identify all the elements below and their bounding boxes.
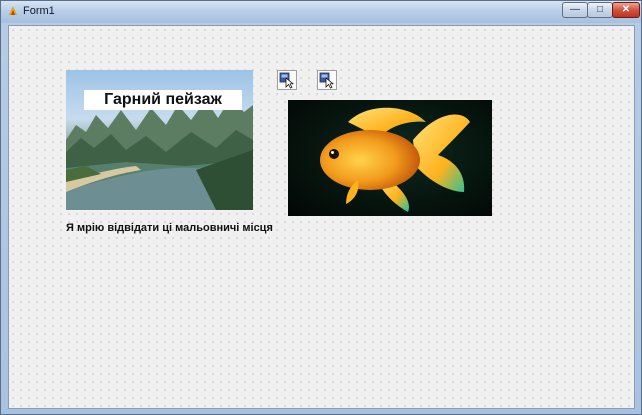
image-button-2[interactable] [317,70,337,90]
caption-label: Я мрію відвідати ці мальовничі місця [66,222,273,234]
close-button[interactable]: ✕ [612,2,640,18]
form-icon [9,6,17,15]
window-title: Form1 [23,5,55,17]
form-window: Form1 — □ ✕ Гарний пейзаж Я мрію відвіда… [0,0,642,415]
image-button-1[interactable] [277,70,297,90]
landscape-image[interactable]: Гарний пейзаж [66,70,253,210]
title-bar[interactable]: Form1 — □ ✕ [1,1,641,23]
goldfish-picture [320,107,470,212]
image-button-icon [279,72,294,89]
minimize-button[interactable]: — [562,2,588,18]
maximize-button[interactable]: □ [587,2,613,18]
form-client-area[interactable]: Гарний пейзаж Я мрію відвідати ці мальов… [8,25,635,409]
goldfish-image[interactable] [288,100,492,216]
landscape-title: Гарний пейзаж [84,90,242,110]
image-button-icon [319,72,334,89]
